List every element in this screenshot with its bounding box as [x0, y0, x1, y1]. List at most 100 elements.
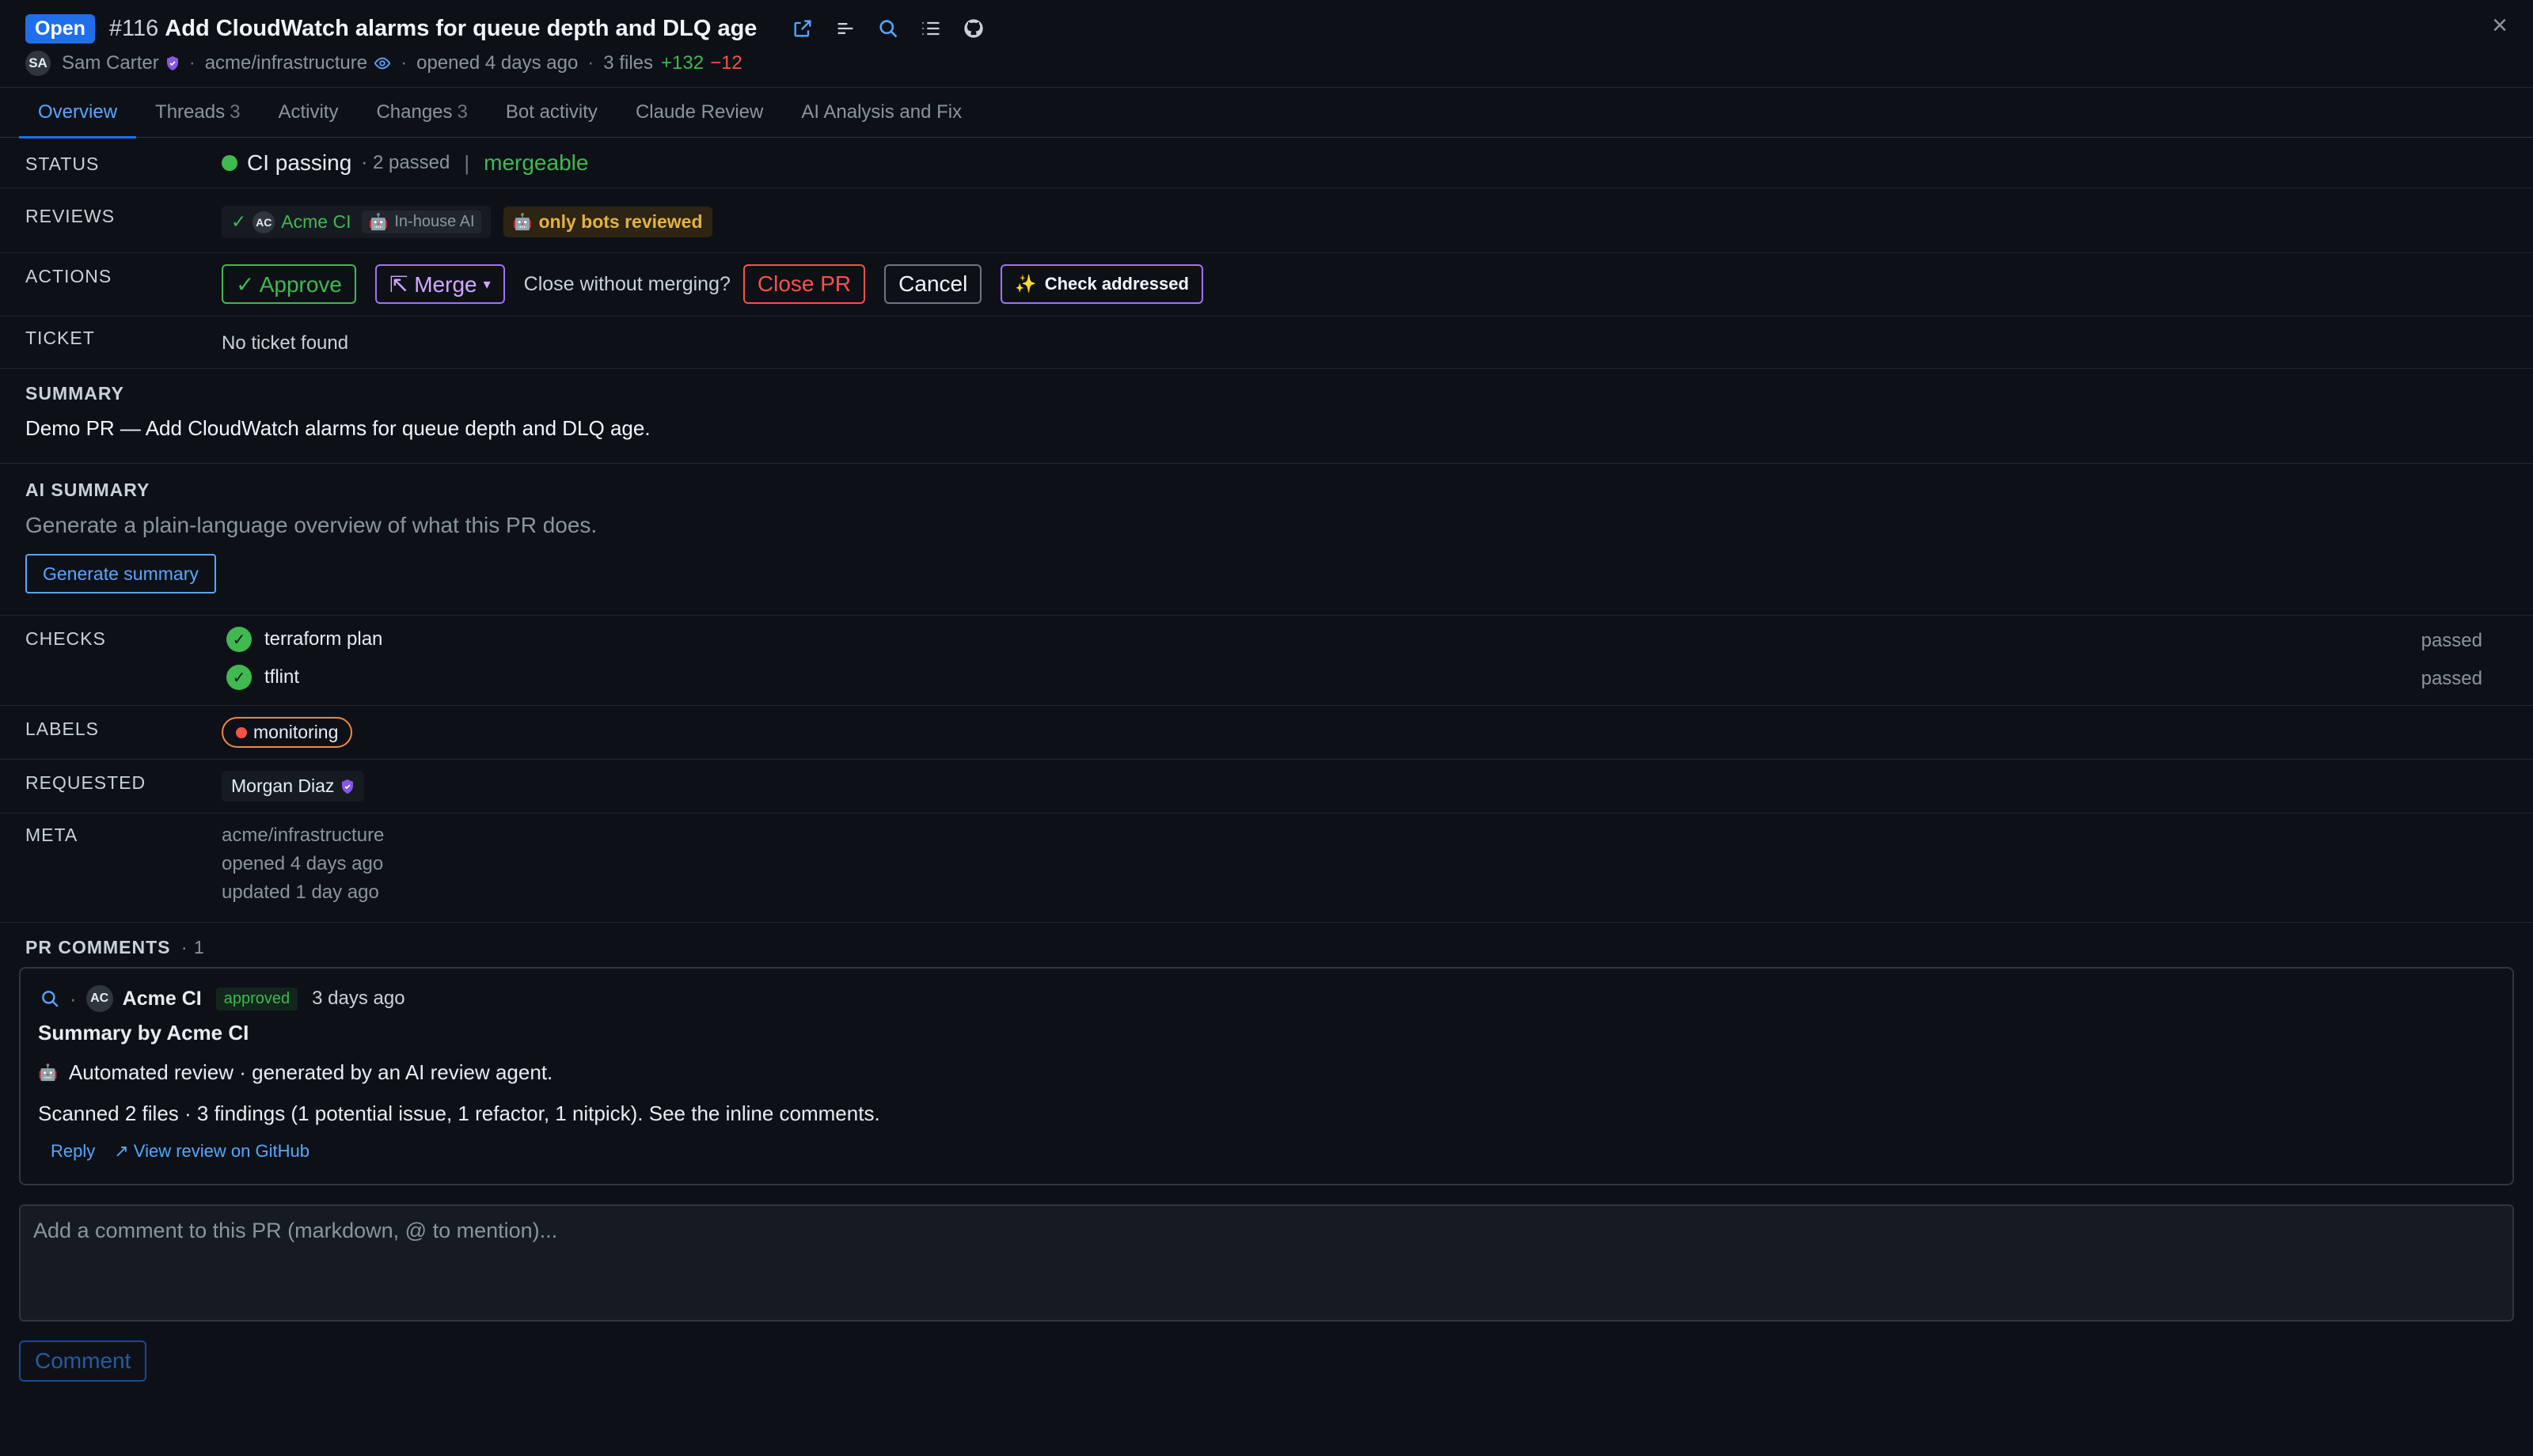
comment-button[interactable]: Comment [19, 1340, 147, 1382]
search-icon[interactable] [875, 16, 901, 41]
view-on-github-link[interactable]: ↗ View review on GitHub [114, 1141, 310, 1162]
opened-time: opened 4 days ago [416, 52, 579, 74]
ticket-row: TICKET No ticket found [0, 317, 2533, 369]
requested-row: REQUESTED Morgan Diaz [0, 760, 2533, 813]
ci-status: CI passing [247, 150, 352, 175]
additions: +132 [661, 52, 704, 74]
avatar: AC [253, 210, 275, 233]
requested-reviewer-chip[interactable]: Morgan Diaz [222, 771, 365, 802]
summary-label: SUMMARY [25, 383, 124, 404]
approve-button[interactable]: ✓ Approve [222, 264, 356, 304]
tab-ai-analysis[interactable]: AI Analysis and Fix [782, 88, 981, 138]
close-pr-button[interactable]: Close PR [742, 264, 866, 304]
ci-passed-count: · 2 passed [361, 152, 450, 173]
label-color-dot [236, 726, 247, 738]
search-icon[interactable] [40, 988, 60, 1009]
tab-bot-activity[interactable]: Bot activity [487, 88, 617, 138]
close-prompt: Close without merging? [523, 272, 731, 295]
check-icon: ✓ [231, 211, 247, 232]
eye-icon [374, 57, 391, 70]
comment-card: · AC Acme CI approved 3 days ago Summary… [19, 967, 2514, 1185]
ticket-content: No ticket found [222, 332, 348, 355]
meta-updated: updated 1 day ago [222, 882, 379, 903]
ai-summary-label: AI SUMMARY [25, 480, 150, 500]
comment-input[interactable]: Add a comment to this PR (markdown, @ to… [19, 1204, 2514, 1321]
separator: · [70, 986, 77, 1010]
mergeable-status: mergeable [484, 150, 589, 175]
tab-activity[interactable]: Activity [259, 88, 357, 138]
tab-claude-review[interactable]: Claude Review [617, 88, 782, 138]
actions-content: ✓ Approve ⇱ Merge ▾ Close without merging… [222, 264, 1222, 304]
separator: · [188, 52, 196, 74]
sparkle-icon: ✨ [1015, 274, 1037, 294]
deletions: −12 [710, 52, 742, 74]
align-icon[interactable] [833, 16, 858, 41]
github-icon[interactable] [961, 16, 986, 41]
close-icon[interactable]: × [2492, 11, 2508, 40]
ticket-label: TICKET [25, 328, 95, 348]
separator: · [587, 52, 594, 74]
status-row: STATUS CI passing · 2 passed | mergeable [0, 138, 2533, 188]
reviewer-chip[interactable]: ✓ AC Acme CI 🤖 In-house AI [222, 206, 491, 238]
comment-author[interactable]: Acme CI [123, 988, 202, 1010]
reviews-label: REVIEWS [25, 206, 116, 226]
cancel-button[interactable]: Cancel [884, 264, 982, 304]
separator: | [464, 150, 470, 175]
approved-badge: approved [215, 987, 298, 1010]
reviews-row: REVIEWS ✓ AC Acme CI 🤖 In-house AI 🤖 only… [0, 188, 2533, 253]
meta-info-row: META acme/infrastructure opened 4 days a… [0, 813, 2533, 923]
tab-overview[interactable]: Overview [19, 88, 137, 138]
pr-title: Add CloudWatch alarms for queue depth an… [165, 15, 758, 41]
shield-icon [166, 56, 178, 70]
ticket-value: No ticket found [222, 332, 349, 354]
bots-only-warning: 🤖 only bots reviewed [503, 207, 712, 237]
check-item[interactable]: ✓ tflint [226, 665, 299, 690]
status-label: STATUS [25, 154, 100, 174]
ci-status-dot [222, 155, 237, 171]
labels-row: LABELS monitoring [0, 706, 2533, 760]
pr-number: #116 [108, 15, 159, 41]
check-result: passed [2421, 630, 2482, 651]
tab-threads[interactable]: Threads 3 [136, 88, 259, 138]
reply-link[interactable]: Reply [51, 1141, 95, 1162]
comment-line: 🤖 Automated review · generated by an AI … [38, 1060, 553, 1084]
file-count[interactable]: 3 files [603, 52, 653, 74]
labels-content: monitoring [222, 717, 353, 748]
chevron-down-icon: ▾ [483, 275, 491, 292]
generate-summary-button[interactable]: Generate summary [25, 554, 216, 593]
requested-content: Morgan Diaz [222, 771, 365, 802]
comment-body: Scanned 2 files · 3 findings (1 potentia… [38, 1101, 880, 1125]
reviewer-tag: 🤖 In-house AI [362, 210, 481, 233]
check-addressed-button[interactable]: ✨ Check addressed [1001, 264, 1203, 304]
label-monitoring[interactable]: monitoring [222, 717, 353, 748]
actions-label: ACTIONS [25, 266, 112, 286]
check-result: passed [2421, 668, 2482, 689]
meta-row: SA Sam Carter · acme/infrastructure · op… [25, 49, 2508, 78]
state-badge: Open [25, 13, 95, 44]
check-name: terraform plan [264, 628, 383, 650]
avatar: AC [85, 985, 113, 1012]
shield-icon [342, 779, 354, 794]
avatar: SA [25, 51, 51, 76]
author-name[interactable]: Sam Carter [62, 52, 159, 74]
robot-icon: 🤖 [38, 1064, 58, 1082]
meta-repo: acme/infrastructure [222, 825, 385, 846]
check-passed-icon: ✓ [226, 665, 252, 690]
list-icon[interactable] [918, 16, 944, 41]
external-link-icon[interactable] [790, 16, 815, 41]
tab-bar: Overview Threads 3 Activity Changes 3 Bot … [0, 87, 2533, 138]
tab-changes[interactable]: Changes 3 [357, 88, 486, 138]
pr-comments-heading: PR COMMENTS · 1 [25, 937, 205, 957]
comment-header: · AC Acme CI approved 3 days ago [40, 984, 405, 1013]
summary-text: Demo PR — Add CloudWatch alarms for queu… [25, 416, 651, 440]
comment-title: Summary by Acme CI [38, 1021, 249, 1045]
title-row: Open #116 Add CloudWatch alarms for queu… [25, 11, 2508, 46]
separator: · [401, 52, 408, 74]
check-item[interactable]: ✓ terraform plan [226, 627, 382, 652]
pr-header: Open #116 Add CloudWatch alarms for queu… [25, 11, 2508, 82]
actions-row: ACTIONS ✓ Approve ⇱ Merge ▾ Close without… [0, 253, 2533, 317]
meta-opened: opened 4 days ago [222, 853, 384, 874]
merge-button[interactable]: ⇱ Merge ▾ [374, 264, 505, 304]
repo-name[interactable]: acme/infrastructure [205, 52, 367, 74]
comment-actions: Reply ↗ View review on GitHub [51, 1141, 310, 1162]
